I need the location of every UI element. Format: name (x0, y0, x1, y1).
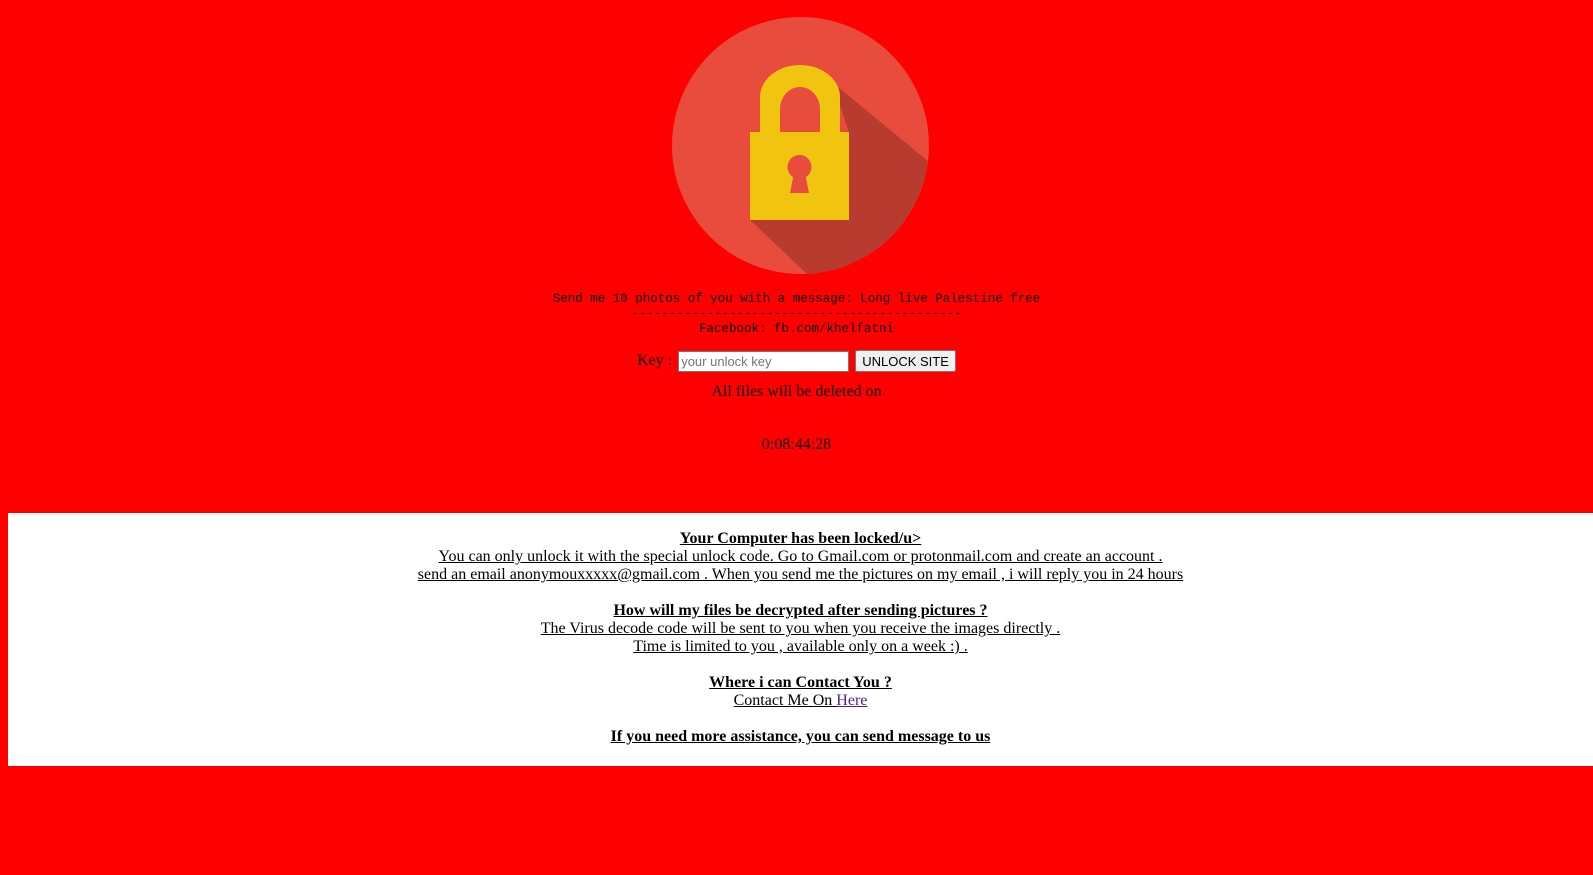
email-instructions: send an email anonymouxxxxx@gmail.com . … (417, 566, 1184, 583)
heading-assistance: If you need more assistance, you can sen… (610, 728, 991, 745)
unlock-instructions: You can only unlock it with the special … (438, 548, 1163, 565)
padlock-icon (672, 17, 929, 274)
unlock-site-button[interactable]: UNLOCK SITE (855, 350, 956, 372)
separator-line: ----------------------------------------… (631, 307, 962, 321)
deletion-warning: All files will be deleted on (711, 383, 882, 400)
contact-here-link[interactable]: Here (836, 692, 867, 709)
heading-contact: Where i can Contact You ? (709, 674, 892, 691)
heading-locked: Your Computer has been locked/u> (679, 530, 922, 547)
info-panel: Your Computer has been locked/u> You can… (8, 513, 1593, 766)
facebook-contact: Facebook: fb.com/khelfatni (698, 322, 895, 336)
key-label: Key : (637, 352, 673, 369)
ransom-message: Send me 10 photos of you with a message:… (552, 292, 1041, 306)
contact-line: Contact Me On Here (8, 692, 1593, 710)
heading-decrypt: How will my files be decrypted after sen… (613, 602, 988, 619)
contact-prefix: Contact Me On (733, 692, 837, 709)
unlock-key-input[interactable] (678, 350, 850, 372)
time-limit-info: Time is limited to you , available only … (633, 638, 968, 655)
unlock-form: Key : UNLOCK SITE (0, 350, 1593, 372)
lock-screen-header: Send me 10 photos of you with a message:… (0, 0, 1593, 505)
decode-info: The Virus decode code will be sent to yo… (540, 620, 1061, 637)
countdown-timer: 0:08:44:28 (761, 436, 832, 453)
